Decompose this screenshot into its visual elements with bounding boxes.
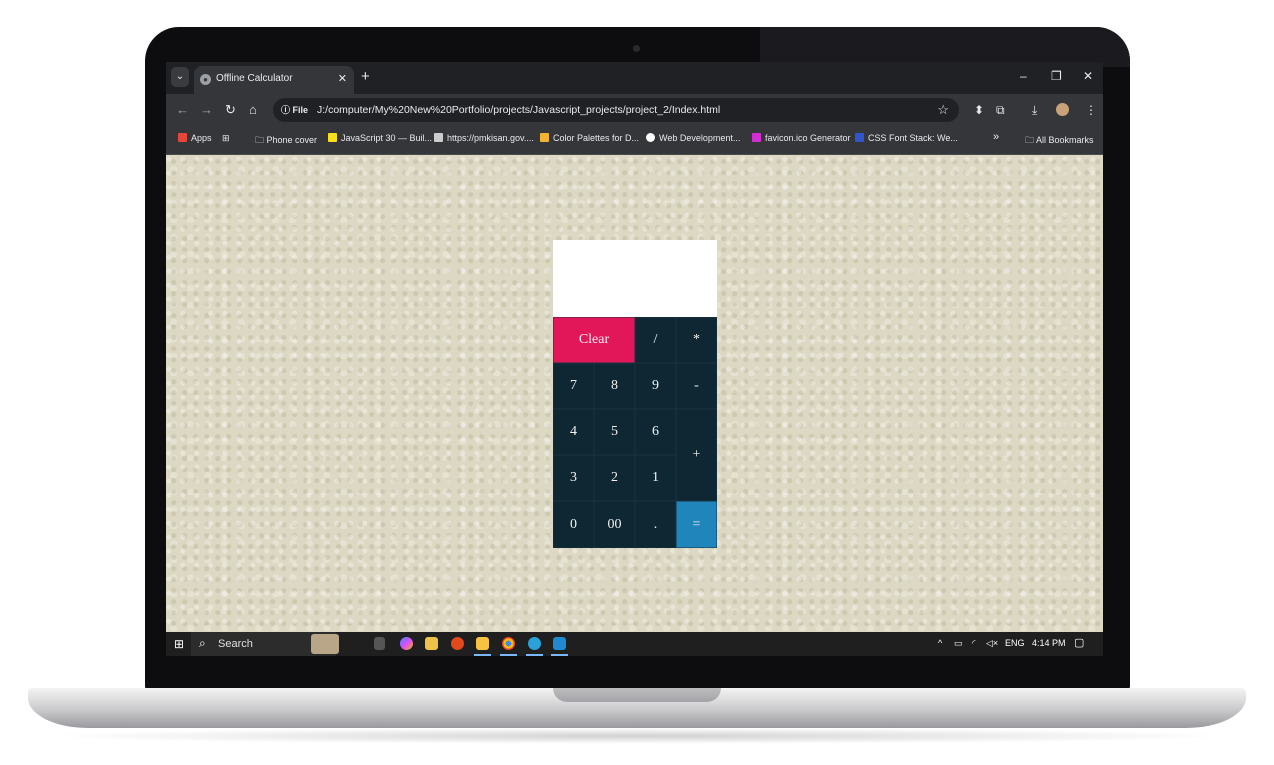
grid-icon[interactable]: ⊞ xyxy=(222,133,230,144)
close-window-button[interactable]: ✕ xyxy=(1083,69,1093,83)
digit-2-button[interactable]: 2 xyxy=(594,455,635,501)
bookmark-pmkisan[interactable]: https://pmkisan.gov.... xyxy=(434,133,534,143)
digit-6-button[interactable]: 6 xyxy=(635,409,676,455)
app-red-icon[interactable] xyxy=(451,637,464,650)
search-label: Search xyxy=(218,638,253,650)
clock-time[interactable]: 4:14 PM xyxy=(1032,638,1066,648)
bookmark-favicon-generator[interactable]: favicon.ico Generator xyxy=(752,133,851,143)
windows-start-icon[interactable]: ⊞ xyxy=(174,637,184,651)
tab-bar: ⌄ ● Offline Calculator ✕ + – ❐ ✕ xyxy=(166,62,1103,94)
profile-avatar[interactable] xyxy=(1056,103,1069,116)
close-tab-icon[interactable]: ✕ xyxy=(338,72,347,85)
digit-4-button[interactable]: 4 xyxy=(553,409,594,455)
digit-3-button[interactable]: 3 xyxy=(553,455,594,501)
apps-grid-icon xyxy=(178,133,187,142)
home-icon[interactable]: ⌂ xyxy=(249,102,257,117)
task-view-icon[interactable] xyxy=(374,637,385,650)
bookmark-folder-phone-cover[interactable]: 🗀 Phone cover xyxy=(255,133,317,149)
extension-icon[interactable]: ⬍ xyxy=(974,103,984,117)
url-text[interactable]: J:/computer/My%20New%20Portfolio/project… xyxy=(317,104,720,116)
back-arrow-icon[interactable]: ← xyxy=(176,102,189,117)
js30-icon xyxy=(328,133,337,142)
favicon-icon xyxy=(752,133,761,142)
screen: ⌄ ● Offline Calculator ✕ + – ❐ ✕ ← → ↻ ⌂… xyxy=(166,62,1103,656)
lid-reflection xyxy=(760,27,1130,67)
bookmark-apps[interactable]: Apps xyxy=(178,133,212,143)
calculator-keypad: Clear / * 7 8 9 - 4 5 6 + 3 2 1 0 00 . = xyxy=(553,317,717,548)
decimal-button[interactable]: . xyxy=(635,501,676,548)
bookmarks-bar: Apps ⊞ 🗀 Phone cover JavaScript 30 — Bui… xyxy=(166,126,1103,155)
multiply-button[interactable]: * xyxy=(676,317,717,363)
store-icon[interactable] xyxy=(425,637,438,650)
folder-icon: 🗀 xyxy=(1025,135,1037,145)
language-indicator[interactable]: ENG xyxy=(1005,638,1025,648)
notifications-icon[interactable]: ▢ xyxy=(1074,636,1084,649)
download-icon[interactable]: ⤓ xyxy=(1032,103,1037,118)
file-explorer-active-indicator xyxy=(474,654,491,656)
restore-button[interactable]: ❐ xyxy=(1051,69,1062,83)
site-icon xyxy=(434,133,443,142)
browser-toolbar: ← → ↻ ⌂ ⓘ File J:/computer/My%20New%20Po… xyxy=(166,94,1103,126)
laptop-shadow xyxy=(40,728,1234,744)
address-bar[interactable]: ⓘ File J:/computer/My%20New%20Portfolio/… xyxy=(273,98,959,122)
windows-taskbar: ⊞ ⌕ Search ^ ▭ ◜ ◁× ENG 4:14 PM ▢ xyxy=(166,632,1103,656)
more-bookmarks-chevron-icon[interactable]: » xyxy=(993,131,999,143)
forward-arrow-icon[interactable]: → xyxy=(200,102,213,117)
battery-icon[interactable]: ▭ xyxy=(954,638,963,649)
digit-9-button[interactable]: 9 xyxy=(635,363,676,409)
calculator: Clear / * 7 8 9 - 4 5 6 + 3 2 1 0 00 . = xyxy=(553,240,717,548)
globe-icon: ● xyxy=(200,74,211,85)
double-zero-button[interactable]: 00 xyxy=(594,501,635,548)
page-viewport: Clear / * 7 8 9 - 4 5 6 + 3 2 1 0 00 . = xyxy=(166,155,1103,632)
telegram-active-indicator xyxy=(526,654,543,656)
minimize-button[interactable]: – xyxy=(1020,69,1027,83)
digit-5-button[interactable]: 5 xyxy=(594,409,635,455)
digit-0-button[interactable]: 0 xyxy=(553,501,594,548)
reload-icon[interactable]: ↻ xyxy=(225,102,236,118)
bookmark-web-development[interactable]: Web Development... xyxy=(646,133,740,143)
web-icon xyxy=(646,133,655,142)
add-button[interactable]: + xyxy=(676,409,717,501)
clear-button[interactable]: Clear xyxy=(553,317,635,363)
puzzle-extensions-icon[interactable]: ⧉ xyxy=(996,103,1005,118)
bookmark-color-palettes[interactable]: Color Palettes for D... xyxy=(540,133,639,143)
chrome-active-indicator xyxy=(500,654,517,656)
folder-icon: 🗀 xyxy=(255,135,267,145)
css-icon xyxy=(855,133,864,142)
site-info-chip[interactable]: ⓘ File xyxy=(281,103,308,116)
digit-7-button[interactable]: 7 xyxy=(553,363,594,409)
vscode-icon[interactable] xyxy=(553,637,566,650)
telegram-icon[interactable] xyxy=(528,637,541,650)
file-explorer-icon[interactable] xyxy=(476,637,489,650)
bookmark-js30[interactable]: JavaScript 30 — Buil... xyxy=(328,133,432,143)
calculator-display xyxy=(553,240,717,317)
search-icon: ⌕ xyxy=(199,636,206,650)
bookmark-star-icon[interactable]: ☆ xyxy=(937,102,949,118)
tray-overflow-chevron-icon[interactable]: ^ xyxy=(938,638,942,648)
equals-button[interactable]: = xyxy=(676,501,717,548)
search-highlight-image xyxy=(311,634,339,654)
tab-title: Offline Calculator xyxy=(216,73,293,84)
bookmark-css-font-stack[interactable]: CSS Font Stack: We... xyxy=(855,133,958,143)
wifi-icon[interactable]: ◜ xyxy=(972,638,976,649)
tab-offline-calculator[interactable]: ● Offline Calculator ✕ xyxy=(194,66,354,94)
digit-8-button[interactable]: 8 xyxy=(594,363,635,409)
tab-search-button[interactable]: ⌄ xyxy=(171,67,189,87)
laptop-notch xyxy=(553,688,721,702)
vscode-active-indicator xyxy=(551,654,568,656)
webcam xyxy=(633,45,640,52)
new-tab-button[interactable]: + xyxy=(361,68,370,85)
menu-kebab-icon[interactable]: ⋮ xyxy=(1085,103,1097,117)
chrome-icon[interactable] xyxy=(502,637,515,650)
digit-1-button[interactable]: 1 xyxy=(635,455,676,501)
divide-button[interactable]: / xyxy=(635,317,676,363)
all-bookmarks-button[interactable]: 🗀 All Bookmarks xyxy=(1025,133,1094,149)
volume-muted-icon[interactable]: ◁× xyxy=(986,638,998,649)
palette-icon xyxy=(540,133,549,142)
subtract-button[interactable]: - xyxy=(676,363,717,409)
copilot-icon[interactable] xyxy=(400,637,413,650)
